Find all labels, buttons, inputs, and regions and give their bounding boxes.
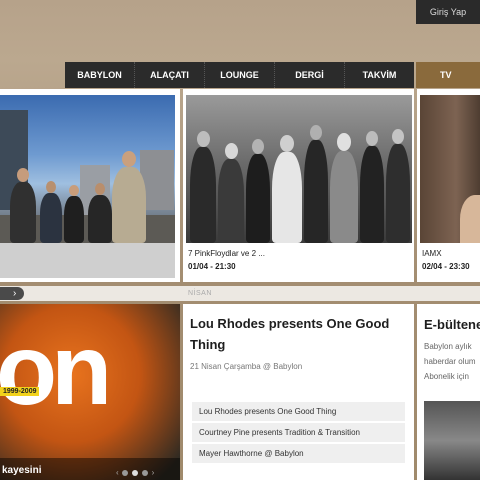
chevron-right-icon: › [13, 288, 17, 299]
strip-prev-button[interactable] [0, 287, 24, 300]
featured-caption[interactable]: 7 PinkFloydlar ve 2 ... [188, 249, 265, 258]
featured-caption[interactable]: IAMX [422, 249, 442, 258]
promo-title[interactable]: kayesini [2, 465, 41, 476]
promo-letters: on [0, 314, 112, 426]
nav-item-babylon[interactable]: BABYLON [65, 62, 135, 88]
promo-badge: 1999-2009 [0, 387, 40, 396]
newsletter-image [424, 401, 480, 480]
nav-item-dergi[interactable]: DERGİ [275, 62, 345, 88]
event-link[interactable]: Courtney Pine presents Tradition & Trans… [192, 423, 405, 442]
nav-item-lounge[interactable]: LOUNGE [205, 62, 275, 88]
event-link[interactable]: Lou Rhodes presents One Good Thing [192, 402, 405, 421]
featured-photo [0, 95, 175, 243]
event-date: 21 Nisan Çarşamba @ Babylon [190, 362, 303, 371]
event-link[interactable]: Mayer Hawthorne @ Babylon [192, 444, 405, 463]
chevron-right-icon[interactable]: › [152, 468, 155, 477]
featured-date: 01/04 - 21:30 [188, 262, 236, 271]
pager-dot[interactable] [121, 469, 128, 476]
event-list: Lou Rhodes presents One Good Thing Court… [192, 402, 405, 465]
featured-card[interactable]: IAMX 02/04 - 23:30 [417, 89, 480, 282]
chevron-left-icon[interactable]: ‹ [116, 468, 119, 477]
main-nav: BABYLON ALAÇATI LOUNGE DERGİ TAKVİM [65, 62, 414, 88]
promo-pager: ‹ › [116, 468, 154, 477]
calendar-strip [0, 286, 480, 301]
featured-card[interactable]: 7 PinkFloydlar ve 2 ... 01/04 - 21:30 [183, 89, 414, 282]
nav-item-takvim[interactable]: TAKVİM [345, 62, 414, 88]
nav-item-alacati[interactable]: ALAÇATI [135, 62, 205, 88]
newsletter-panel: E-bültene Babylon aylık haberdar olum Ab… [417, 304, 480, 480]
event-title[interactable]: Lou Rhodes presents One Good Thing [190, 313, 405, 355]
featured-date: 02/04 - 23:30 [422, 262, 470, 271]
month-label: NİSAN [188, 290, 212, 297]
featured-photo [186, 95, 412, 243]
nav-item-tv[interactable]: TV [416, 62, 480, 88]
featured-card[interactable] [0, 89, 180, 282]
pager-dot[interactable] [142, 469, 149, 476]
featured-caption-area [0, 243, 175, 278]
pager-dot[interactable] [132, 469, 139, 476]
featured-photo [420, 95, 480, 243]
login-button[interactable]: Giriş Yap [416, 0, 480, 24]
newsletter-text: Babylon aylık [424, 342, 472, 351]
newsletter-title: E-bültene [424, 317, 480, 332]
newsletter-text: haberdar olum [424, 357, 476, 366]
newsletter-text[interactable]: Abonelik için [424, 372, 469, 381]
event-panel: Lou Rhodes presents One Good Thing 21 Ni… [183, 304, 414, 480]
